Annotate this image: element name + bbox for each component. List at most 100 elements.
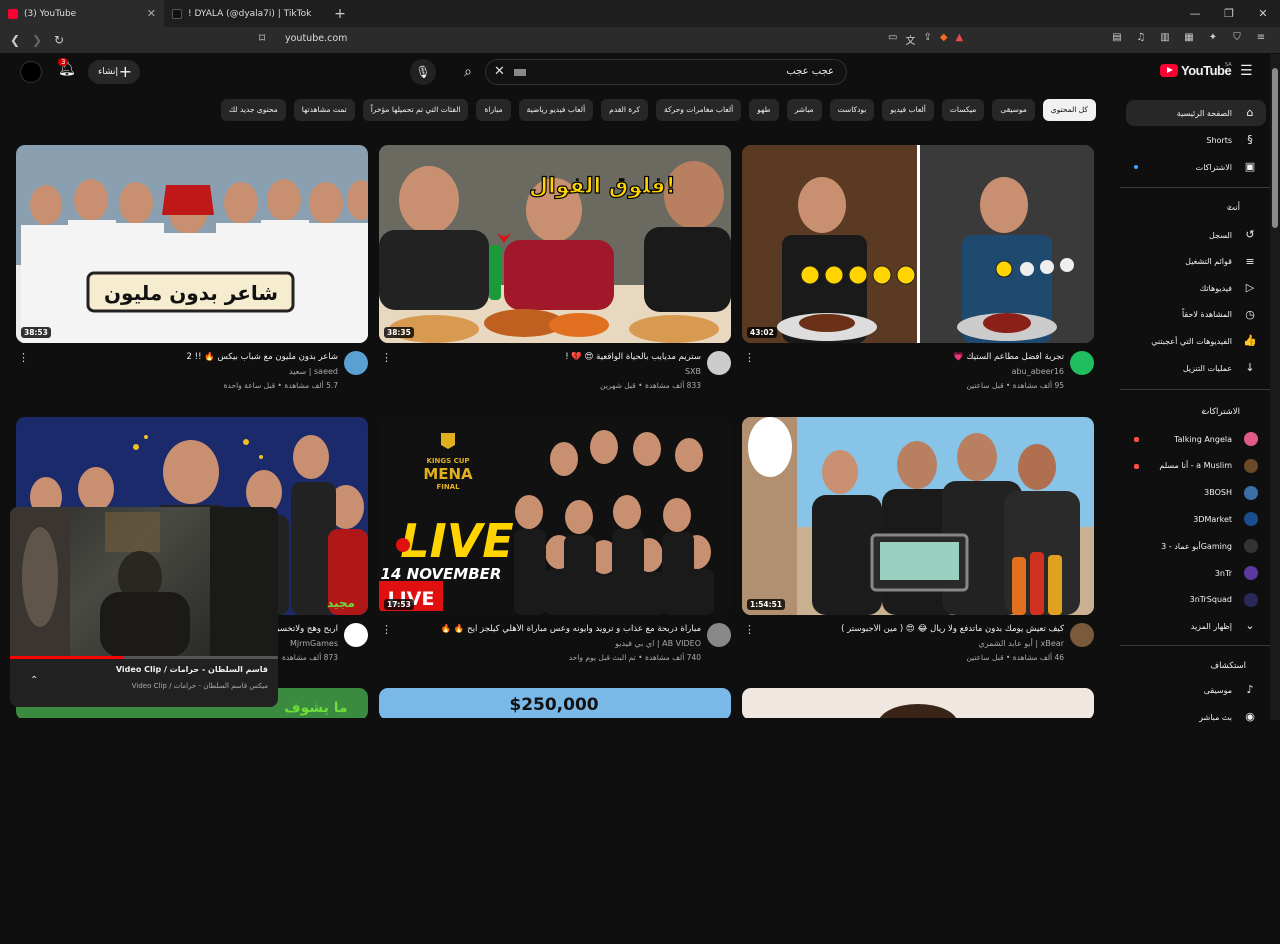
video-thumbnail[interactable]: 43:02 [742,145,1094,343]
video-card[interactable] [742,688,1094,944]
more-options-icon[interactable]: ⋮ [381,623,392,636]
filter-chip[interactable]: كل المحتوى [1042,99,1096,121]
miniplayer-progress[interactable] [10,656,278,659]
filter-chip[interactable]: تمت مشاهدتها [293,99,355,121]
youtube-logo[interactable]: YouTube [1160,63,1232,78]
voice-search-icon[interactable]: 🎙︎ [410,59,436,85]
translate-icon[interactable]: 文 [905,32,915,47]
url-field[interactable]: youtube.com [285,33,347,44]
sidebar-item[interactable]: قوائم التشغيل ≡ [1126,249,1266,275]
channel-avatar[interactable] [1070,623,1094,647]
filter-chip[interactable]: محتوى جديد لك [220,99,286,121]
sidebar-item[interactable]: Shorts § [1126,127,1266,153]
create-button[interactable]: + إنشاء [88,60,140,84]
cast-icon[interactable]: ▭ [888,32,897,47]
filter-chip[interactable]: بودكاست [829,99,875,121]
filter-chip[interactable]: موسيقى [992,99,1035,121]
expand-chevron-icon[interactable]: ⌃ [30,675,38,686]
vpn-icon[interactable]: ⛉ [1228,32,1246,43]
sidebar-item[interactable]: المشاهدة لاحقاً ◷ [1126,302,1266,328]
brave-rewards-icon[interactable]: ▲ [956,32,964,47]
sidebar-item[interactable]: الاشتراكات ▣ [1126,154,1266,180]
brave-shield-icon[interactable]: ◆ [940,32,948,47]
music-extension-icon[interactable]: ♫ [1132,32,1150,43]
clear-search-icon[interactable]: ✕ [494,64,505,79]
close-window-icon[interactable]: ✕ [1246,0,1280,27]
video-thumbnail[interactable]: KINGS CUP MENA FINAL LIVE 14 NOVEMBER LI… [379,417,731,615]
account-avatar[interactable] [20,61,42,83]
channel-name[interactable]: أبو عابد الشمري | xBear [978,639,1064,648]
channel-name[interactable]: abu_abeer16 [1012,367,1064,376]
menu-icon[interactable]: ≡ [1252,32,1270,43]
video-card[interactable]: KINGS CUP MENA FINAL LIVE 14 NOVEMBER LI… [379,417,731,673]
sidebar-item[interactable]: الصفحة الرئيسية ⌂ [1126,100,1266,126]
leo-ai-icon[interactable]: ✦ [1204,32,1222,43]
sidebar-item[interactable]: الفيديوهات التي أعجبتني 👍 [1126,328,1266,354]
filter-chip[interactable]: ألعاب فيديو [882,99,934,121]
minimize-icon[interactable]: — [1178,0,1212,27]
video-card[interactable]: ما يشوف [16,688,368,944]
more-options-icon[interactable]: ⋮ [744,623,755,636]
video-thumbnail[interactable] [742,688,1094,720]
back-icon[interactable]: ❮ [4,33,26,47]
sidebar-item[interactable]: عمليات التنزيل ↓ [1126,355,1266,381]
video-title[interactable]: شاعر بدون مليون مع شباب بيكس 🔥 !! 2 [28,352,338,362]
wallet-icon[interactable]: ▦ [1180,32,1198,43]
sidebar-item[interactable]: 3DMarket [1126,506,1266,532]
video-thumbnail[interactable]: $250,000 [379,688,731,720]
reading-list-icon[interactable]: ▥ [1156,32,1174,43]
search-input[interactable]: ✕ عجب عجب [485,59,847,85]
video-card[interactable]: فلوق الفوال! 38:35 ستريم مديايب بالحياة ا… [379,145,731,401]
channel-avatar[interactable] [344,623,368,647]
maximize-icon[interactable]: ❐ [1212,0,1246,27]
sidebar-item[interactable]: 3nTrSquad [1126,587,1266,613]
video-thumbnail[interactable]: شاعر بدون مليون 38:53 [16,145,368,343]
new-tab-button[interactable]: + [328,6,352,22]
channel-name[interactable]: اي بي فيديو | AB VIDEO [615,639,701,648]
miniplayer-video[interactable] [10,507,278,657]
filter-chip[interactable]: مباشر [786,99,822,121]
sidebar-item[interactable]: أبو عماد - 3Gaming [1126,533,1266,559]
close-tab-icon[interactable]: ✕ [147,7,156,20]
channel-avatar[interactable] [707,351,731,375]
channel-avatar[interactable] [344,351,368,375]
filter-chip[interactable]: مباراة [476,99,511,121]
reload-icon[interactable]: ↻ [48,33,70,47]
filter-chip[interactable]: كرة القدم [601,99,648,121]
sidebar-item[interactable]: أنا مسلم - a Muslim [1126,453,1266,479]
sidebar-item[interactable]: 3BOSH [1126,480,1266,506]
tab-youtube[interactable]: (3) YouTube ✕ [0,0,164,27]
sidebar-item[interactable]: موسيقى ♪ [1126,677,1266,703]
filter-chip[interactable]: الفئات التي تم تحميلها مؤخراً [362,99,469,121]
video-title[interactable]: مباراة دربحة مع عذاب و ترويد وايونه وعس … [391,624,701,634]
channel-avatar[interactable] [707,623,731,647]
scrollbar-thumb[interactable] [1272,68,1278,228]
search-icon[interactable]: ⌕ [452,59,484,85]
video-card[interactable]: شاعر بدون مليون 38:53 شاعر بدون مليون مع ش… [16,145,368,401]
share-icon[interactable]: ⇪ [923,32,931,47]
video-title[interactable]: ستريم مديايب بالحياة الواقعية 😍 💔 ! [391,352,701,362]
sidebar-toggle-icon[interactable]: ▤ [1108,32,1126,43]
miniplayer[interactable]: ⌃ قاسم السلطان - حرامات / Video Clip ميك… [10,507,278,707]
sidebar-item[interactable]: إظهار المزيد ⌄ [1126,613,1266,639]
sidebar-item[interactable]: فيديوهاتك ▷ [1126,275,1266,301]
video-card[interactable]: $250,000 [379,688,731,944]
more-options-icon[interactable]: ⋮ [381,351,392,364]
filter-chip[interactable]: ألعاب مغامرات وحركة [655,99,742,121]
video-card[interactable]: 1:54:51 كيف تعيش يومك بدون ماتدفع ولا ريا… [742,417,1094,673]
channel-name[interactable]: SXB [685,367,701,376]
tab-tiktok[interactable]: ! DYALA (@dyala7i) | TikTok [164,0,328,27]
filter-chip[interactable]: ألعاب فيديو رياضية [518,99,594,121]
more-options-icon[interactable]: ⋮ [744,351,755,364]
bookmark-icon[interactable]: ⌑ [259,31,265,45]
video-thumbnail[interactable]: 1:54:51 [742,417,1094,615]
more-options-icon[interactable]: ⋮ [18,351,29,364]
channel-name[interactable]: سعيد | saeed [289,367,338,376]
sidebar-item[interactable]: بث مباشر ◉ [1126,704,1266,730]
sidebar-item[interactable]: Talking Angela [1126,426,1266,452]
filter-chip[interactable]: ميكسات [941,99,985,121]
video-title[interactable]: تجربة أفضل مطاعم الستيك 💗 [754,352,1064,362]
sidebar-item[interactable]: 3nTr [1126,560,1266,586]
video-title[interactable]: كيف تعيش يومك بدون ماتدفع ولا ريال 😂 😍 (… [754,624,1064,634]
channel-avatar[interactable] [1070,351,1094,375]
